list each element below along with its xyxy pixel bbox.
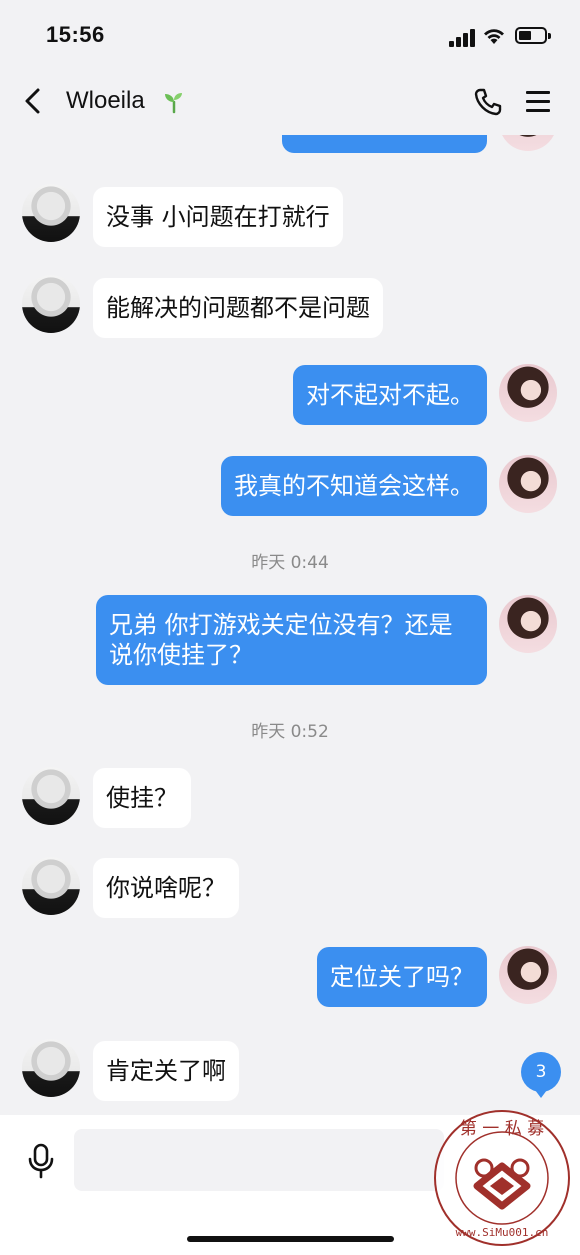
watermark-top-text: 第 一 私 募 xyxy=(460,1119,544,1139)
message-bubble-out[interactable] xyxy=(282,135,487,153)
timestamp: 昨天 0:44 xyxy=(251,553,329,573)
my-avatar[interactable] xyxy=(499,364,557,422)
message-line: 兄弟 你打游戏关定位没有？还是 xyxy=(109,611,453,639)
chat-header: Wloeila xyxy=(0,70,580,135)
message-bubble-out[interactable]: 对不起对不起。 xyxy=(293,365,487,425)
contact-avatar[interactable] xyxy=(22,275,80,333)
phone-icon[interactable] xyxy=(472,86,504,118)
message-bubble-in[interactable]: 没事 小问题在打就行 xyxy=(93,187,343,247)
message-list[interactable]: 没事 小问题在打就行 能解决的问题都不是问题 对不起对不起。 我真的不知道会这样… xyxy=(0,135,580,1115)
contact-avatar[interactable] xyxy=(22,767,80,825)
unread-count-badge[interactable]: 3 xyxy=(521,1052,561,1098)
chevron-left-icon[interactable] xyxy=(18,85,50,117)
watermark-bottom-text: www.SiMu001.cn xyxy=(456,1226,549,1239)
status-bar: 15:56 xyxy=(0,0,580,70)
my-avatar[interactable] xyxy=(499,455,557,513)
message-bubble-out[interactable]: 兄弟 你打游戏关定位没有？还是 说你使挂了？ xyxy=(96,595,487,685)
my-avatar[interactable] xyxy=(499,595,557,653)
contact-avatar[interactable] xyxy=(22,1039,80,1097)
microphone-icon[interactable] xyxy=(26,1143,56,1179)
message-bubble-out[interactable]: 我真的不知道会这样。 xyxy=(221,456,487,516)
message-bubble-out[interactable]: 定位关了吗？ xyxy=(317,947,487,1007)
status-time: 15:56 xyxy=(46,22,105,47)
my-avatar[interactable] xyxy=(499,946,557,1004)
message-line: 说你使挂了？ xyxy=(109,641,253,669)
message-bubble-in[interactable]: 你说啥呢？ xyxy=(93,858,239,918)
home-indicator xyxy=(187,1236,394,1242)
message-bubble-in[interactable]: 肯定关了啊 xyxy=(93,1041,239,1101)
contact-avatar[interactable] xyxy=(22,857,80,915)
message-bubble-in[interactable]: 使挂？ xyxy=(93,768,191,828)
hamburger-menu-icon[interactable] xyxy=(524,89,554,115)
message-bubble-in[interactable]: 能解决的问题都不是问题 xyxy=(93,278,383,338)
cellular-signal-icon xyxy=(449,29,475,47)
battery-icon xyxy=(515,27,551,44)
sprout-icon xyxy=(165,93,182,114)
watermark-seal: 第 一 私 募 www.SiMu001.cn xyxy=(434,1110,570,1246)
wifi-icon xyxy=(484,29,504,44)
timestamp: 昨天 0:52 xyxy=(251,722,329,742)
message-input[interactable] xyxy=(74,1129,444,1191)
contact-name[interactable]: Wloeila xyxy=(66,87,145,115)
my-avatar[interactable] xyxy=(499,135,557,151)
contact-avatar[interactable] xyxy=(22,184,80,242)
